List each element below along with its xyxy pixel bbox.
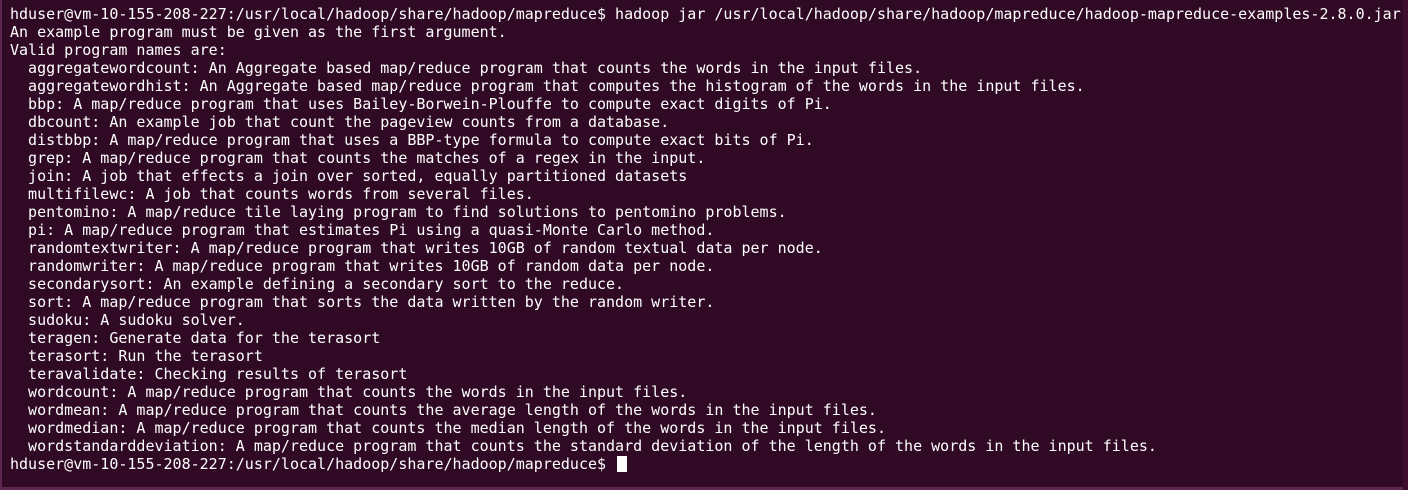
prompt-line[interactable]: hduser@vm-10-155-208-227:/usr/local/hado… [10,455,1403,473]
scrollbar[interactable] [1403,0,1408,490]
shell-prompt: hduser@vm-10-155-208-227:/usr/local/hado… [10,455,616,473]
terminal-window[interactable]: hduser@vm-10-155-208-227:/usr/local/hado… [0,0,1403,490]
program-line-randomwriter: randomwriter: A map/reduce program that … [10,257,715,275]
program-line-join: join: A job that effects a join over sor… [10,167,688,185]
program-line-sort: sort: A map/reduce program that sorts th… [10,293,715,311]
program-line-aggregatewordhist: aggregatewordhist: An Aggregate based ma… [10,77,1085,95]
program-line-pi: pi: A map/reduce program that estimates … [10,221,715,239]
output-line: Valid program names are: [10,41,227,59]
program-line-wordcount: wordcount: A map/reduce program that cou… [10,383,688,401]
program-line-teragen: teragen: Generate data for the terasort [10,329,381,347]
program-line-bbp: bbp: A map/reduce program that uses Bail… [10,95,832,113]
program-line-pentomino: pentomino: A map/reduce tile laying prog… [10,203,787,221]
program-line-aggregatewordcount: aggregatewordcount: An Aggregate based m… [10,59,923,77]
program-line-multifilewc: multifilewc: A job that counts words fro… [10,185,534,203]
program-line-wordmedian: wordmedian: A map/reduce program that co… [10,419,886,437]
program-line-distbbp: distbbp: A map/reduce program that uses … [10,131,814,149]
program-line-wordstandarddeviation: wordstandarddeviation: A map/reduce prog… [10,437,1157,455]
program-line-wordmean: wordmean: A map/reduce program that coun… [10,401,877,419]
program-line-teravalidate: teravalidate: Checking results of teraso… [10,365,408,383]
terminal-output: hduser@vm-10-155-208-227:/usr/local/hado… [10,0,1403,473]
text-cursor [617,456,628,472]
program-line-randomtextwriter: randomtextwriter: A map/reduce program t… [10,239,823,257]
output-line: An example program must be given as the … [10,23,507,41]
program-line-secondarysort: secondarysort: An example defining a sec… [10,275,625,293]
command-line: hduser@vm-10-155-208-227:/usr/local/hado… [10,5,1401,23]
program-line-sudoku: sudoku: A sudoku solver. [10,311,245,329]
program-line-terasort: terasort: Run the terasort [10,347,263,365]
program-line-grep: grep: A map/reduce program that counts t… [10,149,706,167]
program-line-dbcount: dbcount: An example job that count the p… [10,113,670,131]
